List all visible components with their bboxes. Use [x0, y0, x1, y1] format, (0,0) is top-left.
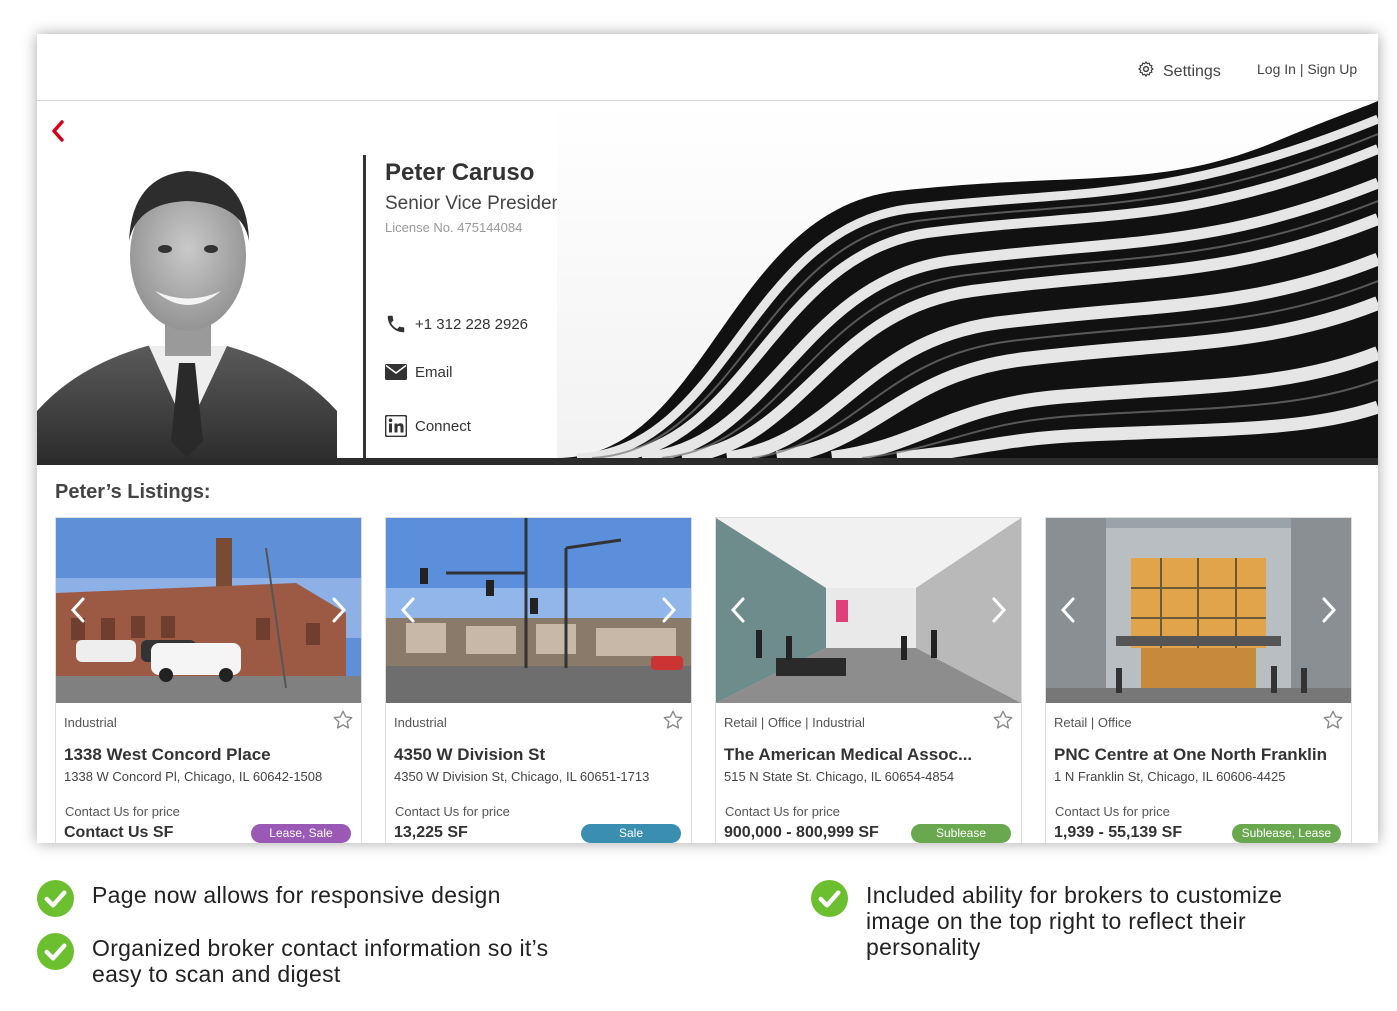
- listing-price-note: Contact Us for price: [1055, 804, 1170, 819]
- listing-address: 4350 W Division St, Chicago, IL 60651-17…: [394, 769, 650, 784]
- hero-building-image: [557, 101, 1378, 458]
- chevron-left-icon[interactable]: [68, 596, 88, 624]
- linkedin-icon: [385, 415, 407, 437]
- feature-note-text: Organized broker contact information so …: [92, 935, 549, 987]
- gear-icon: [1137, 60, 1155, 83]
- listing-size: Contact Us SF: [64, 824, 174, 841]
- hero-bottom-bar: [37, 458, 1378, 465]
- listing-name: PNC Centre at One North Franklin: [1054, 745, 1327, 764]
- hero-divider: [363, 155, 366, 458]
- listing-badge: Sublease: [911, 824, 1011, 843]
- settings-button[interactable]: Settings: [1137, 60, 1221, 83]
- listing-type: Retail | Office | Industrial: [724, 715, 865, 730]
- listing-card[interactable]: Industrial 4350 W Division St 4350 W Div…: [385, 517, 692, 843]
- star-icon[interactable]: [1322, 709, 1344, 731]
- phone-number: +1 312 228 2926: [415, 315, 529, 333]
- listing-size: 13,225 SF: [394, 824, 468, 841]
- top-nav-bar: Settings Log In | Sign Up: [37, 34, 1378, 101]
- checkmark-icon: [37, 933, 74, 970]
- listing-type: Industrial: [64, 715, 117, 730]
- phone-icon: [387, 315, 405, 333]
- checkmark-icon: [37, 880, 74, 917]
- broker-name: Peter Caruso: [385, 159, 535, 186]
- listing-price-note: Contact Us for price: [65, 804, 180, 819]
- star-icon[interactable]: [662, 709, 684, 731]
- feature-note: Page now allows for responsive design: [37, 880, 557, 917]
- feature-note: Organized broker contact information so …: [37, 933, 577, 987]
- listing-address: 1 N Franklin St, Chicago, IL 60606-4425: [1054, 769, 1286, 784]
- listing-price-note: Contact Us for price: [725, 804, 840, 819]
- listing-size: 1,939 - 55,139 SF: [1054, 824, 1183, 841]
- listing-badge: Sale: [581, 824, 681, 843]
- listing-card[interactable]: Retail | Office PNC Centre at One North …: [1045, 517, 1352, 843]
- listing-type: Retail | Office: [1054, 715, 1132, 730]
- listing-size: 900,000 - 800,999 SF: [724, 824, 879, 841]
- chevron-right-icon[interactable]: [659, 596, 679, 624]
- email-link[interactable]: Email: [385, 363, 453, 381]
- envelope-icon: [385, 364, 407, 380]
- phone-link[interactable]: +1 312 228 2926: [385, 313, 528, 335]
- chevron-left-icon[interactable]: [1058, 596, 1078, 624]
- chevron-right-icon[interactable]: [1319, 596, 1339, 624]
- chevron-left-icon[interactable]: [398, 596, 418, 624]
- star-icon[interactable]: [992, 709, 1014, 731]
- listing-photo: [56, 518, 361, 703]
- feature-note-text: Included ability for brokers to customiz…: [866, 882, 1283, 960]
- chevron-right-icon[interactable]: [329, 596, 349, 624]
- checkmark-icon: [811, 880, 848, 917]
- listing-name: 4350 W Division St: [394, 745, 546, 764]
- listing-badge: Lease, Sale: [251, 824, 351, 843]
- chevron-left-icon[interactable]: [728, 596, 748, 624]
- listings-heading: Peter’s Listings:: [55, 481, 211, 503]
- feature-note: Included ability for brokers to customiz…: [811, 880, 1311, 960]
- chevron-right-icon[interactable]: [989, 596, 1009, 624]
- listing-price-note: Contact Us for price: [395, 804, 510, 819]
- linkedin-link[interactable]: Connect: [385, 415, 471, 437]
- broker-title: Senior Vice President: [385, 193, 568, 214]
- listing-address: 1338 W Concord Pl, Chicago, IL 60642-150…: [64, 769, 323, 784]
- broker-license: License No. 475144084: [385, 220, 523, 235]
- star-icon[interactable]: [332, 709, 354, 731]
- listing-name: The American Medical Assoc...: [724, 745, 973, 764]
- listing-photo: [1046, 518, 1351, 703]
- broker-photo: [37, 171, 337, 458]
- listing-badge: Sublease, Lease: [1231, 824, 1341, 843]
- feature-note-text: Page now allows for responsive design: [92, 882, 501, 908]
- chevron-left-icon: [52, 120, 64, 142]
- listing-card[interactable]: Retail | Office | Industrial The America…: [715, 517, 1022, 843]
- listing-photo: [716, 518, 1021, 703]
- listing-name: 1338 West Concord Place: [64, 745, 271, 764]
- listing-type: Industrial: [394, 715, 447, 730]
- broker-hero: Peter Caruso Senior Vice President Licen…: [37, 101, 1378, 458]
- listing-photo: [386, 518, 691, 703]
- linkedin-label: Connect: [415, 417, 471, 435]
- listing-card[interactable]: Industrial 1338 West Concord Place 1338 …: [55, 517, 362, 843]
- settings-label: Settings: [1163, 62, 1221, 80]
- email-label: Email: [415, 363, 453, 381]
- app-window: Settings Log In | Sign Up Peter Caruso S…: [37, 34, 1378, 843]
- login-signup-link[interactable]: Log In | Sign Up: [1257, 61, 1357, 77]
- listing-address: 515 N State St. Chicago, IL 60654-4854: [724, 769, 955, 784]
